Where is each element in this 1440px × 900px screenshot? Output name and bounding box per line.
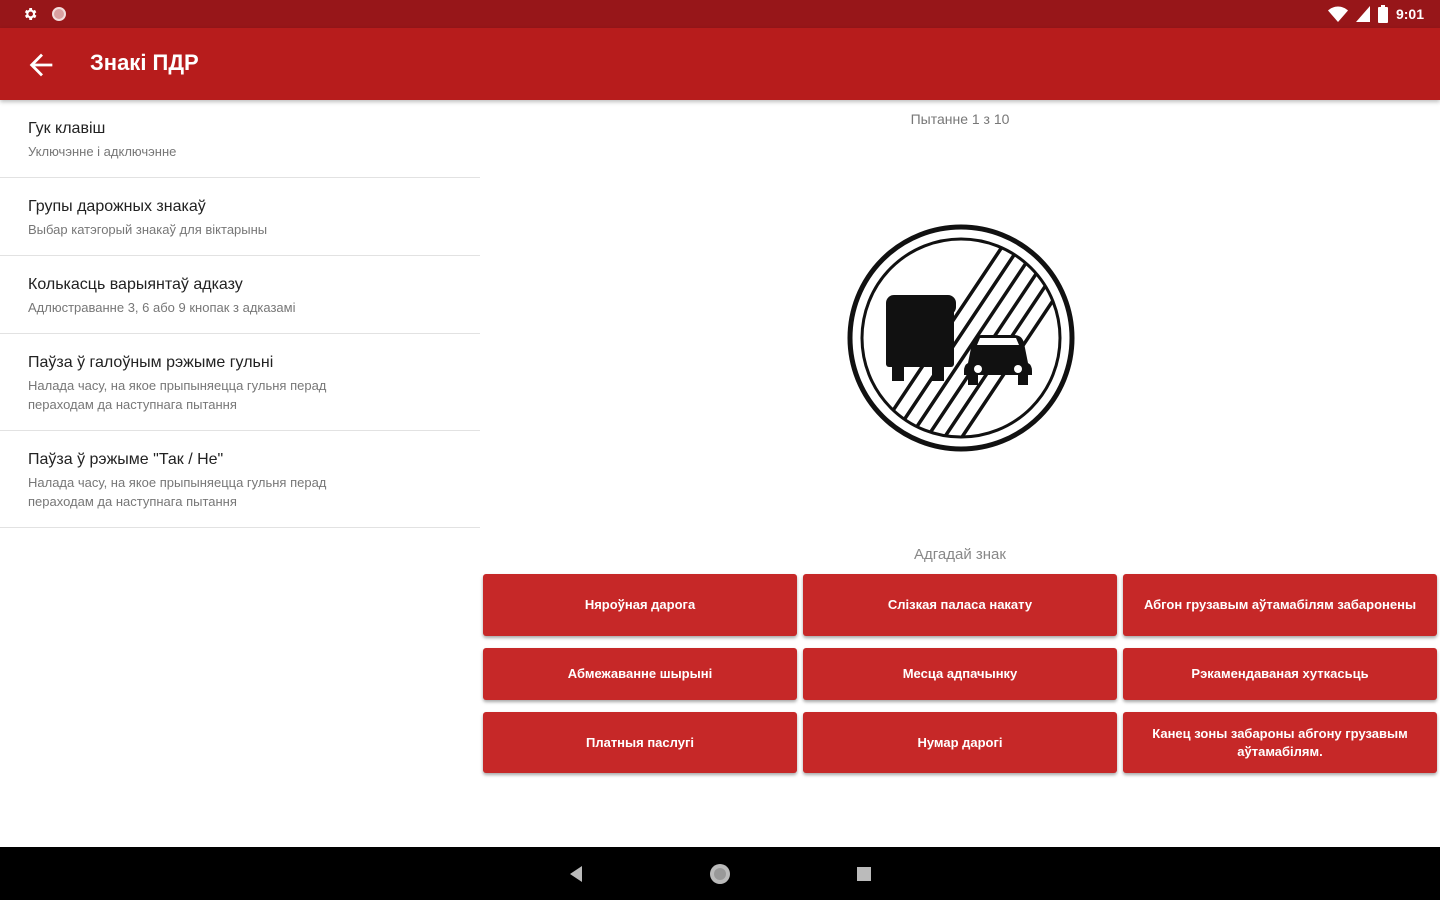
battery-icon xyxy=(1377,5,1388,23)
quiz-prompt: Адгадай знак xyxy=(914,546,1006,563)
quiz-panel: Пытанне 1 з 10 Адгадай знак Няроўная дар… xyxy=(480,100,1440,847)
settings-item-main-mode-pause[interactable]: Паўза ў галоўным рэжыме гульні Налада ча… xyxy=(0,334,480,431)
settings-item-subtitle: Уключэнне і адключэнне xyxy=(28,144,177,159)
settings-item-subtitle: Выбар катэгорый знакаў для віктарыны xyxy=(28,222,268,237)
settings-item-subtitle: Налада часу, на якое прыпыняецца гульня … xyxy=(28,378,327,412)
answer-button[interactable]: Платныя паслугі xyxy=(483,712,797,773)
status-bar: 9:01 xyxy=(0,0,1440,28)
settings-item-title: Гук клавіш xyxy=(28,120,106,137)
answer-button[interactable]: Абмежаванне шырыні xyxy=(483,648,797,700)
system-nav-bar xyxy=(0,847,1440,900)
answer-button[interactable]: Абгон грузавым аўтамабілям забаронены xyxy=(1123,574,1437,636)
settings-item-key-sound[interactable]: Гук клавіш Уключэнне і адключэнне xyxy=(0,100,480,178)
status-time: 9:01 xyxy=(1395,6,1424,22)
page-title: Знакі ПДР xyxy=(90,50,199,75)
settings-item-sign-groups[interactable]: Групы дарожных знакаў Выбар катэгорый зн… xyxy=(0,178,480,256)
answer-button[interactable]: Месца адпачынку xyxy=(803,648,1117,700)
answer-button[interactable]: Няроўная дарога xyxy=(483,574,797,636)
back-triangle-icon[interactable] xyxy=(563,861,589,887)
wifi-icon xyxy=(1327,6,1348,22)
settings-item-title: Паўза ў галоўным рэжыме гульні xyxy=(28,354,274,371)
settings-list: Гук клавіш Уключэнне і адключэнне Групы … xyxy=(0,100,480,528)
settings-item-yes-no-pause[interactable]: Паўза ў рэжыме "Так / Не" Налада часу, н… xyxy=(0,431,480,528)
recents-square-icon[interactable] xyxy=(851,861,877,887)
answer-button[interactable]: Канец зоны забароны абгону грузавым аўта… xyxy=(1123,712,1437,773)
answer-button[interactable]: Рэкамендаваная хуткасьць xyxy=(1123,648,1437,700)
answer-button[interactable]: Нумар дарогі xyxy=(803,712,1117,773)
settings-item-subtitle: Адлюстраванне 3, 6 або 9 кнопак з адказа… xyxy=(28,300,296,315)
gear-icon xyxy=(24,8,37,20)
settings-item-title: Колькасць варыянтаў адказу xyxy=(28,276,243,293)
road-sign-image xyxy=(846,223,1076,453)
answer-button[interactable]: Слізкая паласа накату xyxy=(803,574,1117,636)
settings-item-answer-count[interactable]: Колькасць варыянтаў адказу Адлюстраванне… xyxy=(0,256,480,334)
home-circle-icon[interactable] xyxy=(707,861,733,887)
signal-icon xyxy=(1355,6,1370,22)
end-of-no-overtaking-by-trucks-sign-icon xyxy=(847,224,1075,452)
question-counter: Пытанне 1 з 10 xyxy=(910,111,1010,127)
app-bar: Знакі ПДР xyxy=(0,28,1440,100)
arrow-back-icon[interactable] xyxy=(24,48,58,82)
settings-item-title: Групы дарожных знакаў xyxy=(28,198,206,215)
notification-dot-icon xyxy=(52,7,66,21)
settings-item-title: Паўза ў рэжыме "Так / Не" xyxy=(28,451,224,468)
settings-item-subtitle: Налада часу, на якое прыпыняецца гульня … xyxy=(28,475,327,509)
